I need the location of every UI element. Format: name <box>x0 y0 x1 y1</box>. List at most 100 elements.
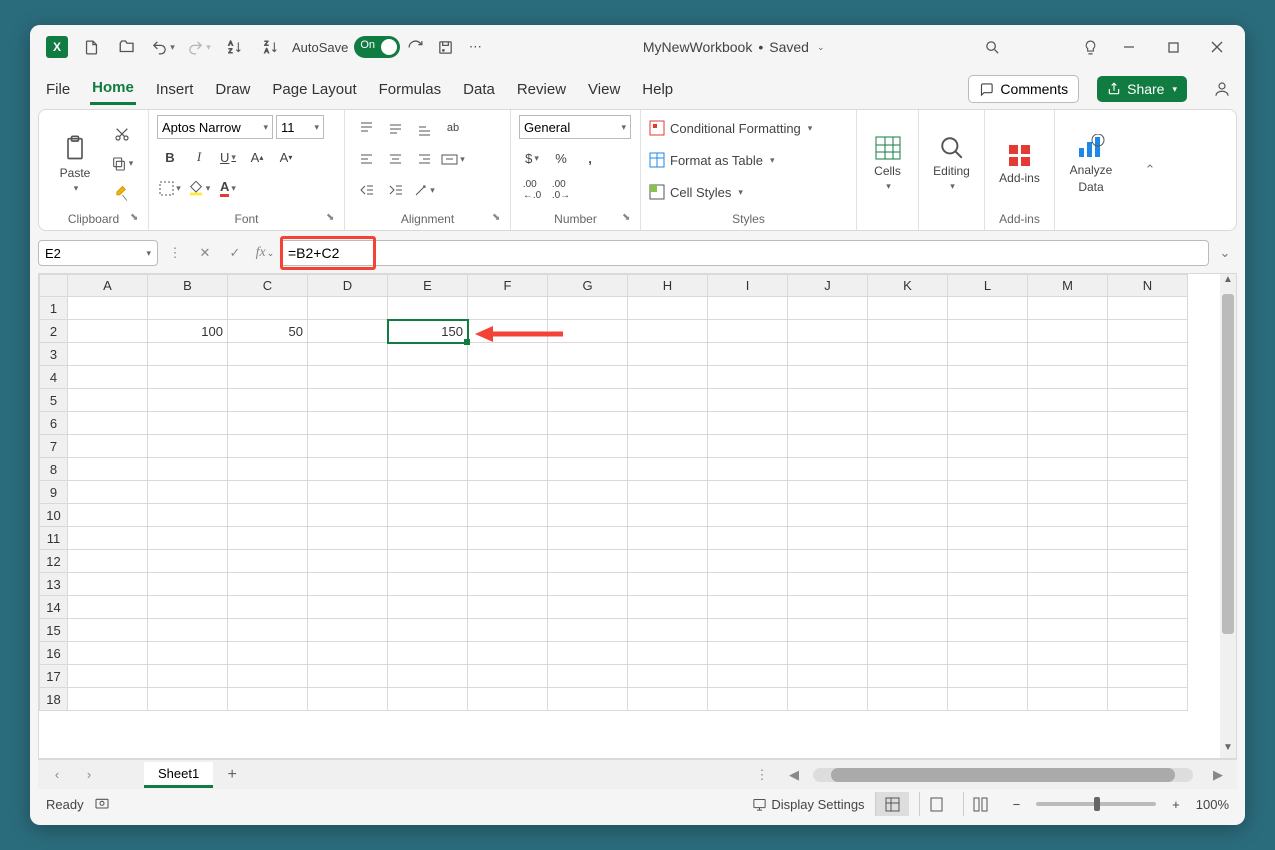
cell[interactable] <box>1108 458 1188 481</box>
autosave-toggle[interactable]: AutoSave On <box>292 36 400 58</box>
cell-styles-button[interactable]: Cell Styles▾ <box>649 179 743 205</box>
tab-home[interactable]: Home <box>90 73 136 105</box>
cell[interactable] <box>628 297 708 320</box>
row-header[interactable]: 4 <box>40 366 68 389</box>
cell[interactable] <box>708 573 788 596</box>
cell[interactable] <box>948 320 1028 343</box>
toggle-on-icon[interactable]: On <box>354 36 400 58</box>
wrap-text-icon[interactable]: ab <box>440 115 466 141</box>
cell[interactable] <box>228 619 308 642</box>
cell[interactable] <box>148 527 228 550</box>
cell[interactable] <box>68 297 148 320</box>
cell[interactable] <box>628 389 708 412</box>
cell[interactable] <box>468 481 548 504</box>
tab-view[interactable]: View <box>586 75 622 104</box>
cell[interactable] <box>548 573 628 596</box>
number-format-select[interactable]: General▾ <box>519 115 631 139</box>
cell[interactable] <box>948 596 1028 619</box>
display-settings-button[interactable]: Display Settings <box>752 797 864 812</box>
copy-icon[interactable]: ▾ <box>109 151 135 177</box>
cell[interactable] <box>948 481 1028 504</box>
cell[interactable] <box>628 688 708 711</box>
cell[interactable] <box>308 527 388 550</box>
cell[interactable] <box>468 297 548 320</box>
addins-button[interactable]: Add-ins <box>993 138 1046 189</box>
cell[interactable] <box>708 527 788 550</box>
cell[interactable] <box>948 297 1028 320</box>
align-left-icon[interactable] <box>353 146 379 172</box>
cell[interactable] <box>308 366 388 389</box>
cell[interactable] <box>548 389 628 412</box>
scroll-up-icon[interactable]: ▲ <box>1220 274 1236 290</box>
cell[interactable] <box>788 619 868 642</box>
row-header[interactable]: 6 <box>40 412 68 435</box>
conditional-formatting-button[interactable]: Conditional Formatting▾ <box>649 115 812 141</box>
cell[interactable] <box>548 458 628 481</box>
cell[interactable] <box>228 642 308 665</box>
cell[interactable] <box>468 320 548 343</box>
scroll-down-icon[interactable]: ▼ <box>1220 742 1236 758</box>
cell[interactable] <box>868 343 948 366</box>
cell[interactable] <box>788 481 868 504</box>
formula-input[interactable]: =B2+C2 <box>282 240 1209 266</box>
cell[interactable] <box>708 366 788 389</box>
increase-decimal-icon[interactable]: .00←.0 <box>519 177 545 203</box>
tab-insert[interactable]: Insert <box>154 75 196 104</box>
cell[interactable] <box>788 504 868 527</box>
sheet-tab-active[interactable]: Sheet1 <box>144 762 213 788</box>
cell[interactable] <box>868 389 948 412</box>
cell[interactable] <box>548 665 628 688</box>
cell[interactable] <box>788 688 868 711</box>
cell[interactable] <box>708 389 788 412</box>
row-header[interactable]: 8 <box>40 458 68 481</box>
cell[interactable] <box>1108 642 1188 665</box>
sheet-nav-next-icon[interactable]: › <box>76 767 102 782</box>
sort-asc-icon[interactable]: AZ <box>220 32 250 62</box>
row-header[interactable]: 2 <box>40 320 68 343</box>
cell[interactable] <box>708 550 788 573</box>
cell[interactable] <box>948 573 1028 596</box>
hscroll-right-icon[interactable]: ▶ <box>1205 767 1231 783</box>
cell[interactable] <box>228 481 308 504</box>
cell[interactable] <box>228 435 308 458</box>
row-header[interactable]: 15 <box>40 619 68 642</box>
row-header[interactable]: 12 <box>40 550 68 573</box>
cell[interactable] <box>1028 481 1108 504</box>
tab-file[interactable]: File <box>44 75 72 104</box>
undo-icon[interactable]: ▾ <box>148 32 178 62</box>
cell[interactable]: 150 <box>388 320 468 343</box>
cell[interactable] <box>228 366 308 389</box>
lightbulb-icon[interactable] <box>1075 32 1105 62</box>
cell[interactable] <box>548 688 628 711</box>
cell[interactable] <box>1028 504 1108 527</box>
cell[interactable] <box>308 619 388 642</box>
cell[interactable] <box>948 389 1028 412</box>
cell[interactable] <box>228 458 308 481</box>
cell[interactable] <box>148 435 228 458</box>
cell[interactable] <box>708 458 788 481</box>
column-header[interactable]: C <box>228 275 308 297</box>
tab-draw[interactable]: Draw <box>213 75 252 104</box>
merge-center-icon[interactable]: ▾ <box>440 146 466 172</box>
cell[interactable] <box>788 527 868 550</box>
zoom-slider[interactable] <box>1036 802 1156 806</box>
cell[interactable] <box>68 320 148 343</box>
page-break-view-icon[interactable] <box>963 792 997 816</box>
document-title[interactable]: MyNewWorkbook • Saved ⌄ <box>490 39 977 55</box>
cell[interactable] <box>708 619 788 642</box>
decrease-font-icon[interactable]: A▾ <box>273 144 299 170</box>
cell[interactable] <box>468 343 548 366</box>
cell[interactable] <box>548 527 628 550</box>
cell[interactable] <box>68 389 148 412</box>
cell[interactable] <box>468 688 548 711</box>
cell[interactable] <box>148 504 228 527</box>
cell[interactable] <box>148 619 228 642</box>
qat-customize-icon[interactable]: ⋯ <box>460 32 490 62</box>
cell[interactable] <box>388 596 468 619</box>
save-icon[interactable] <box>430 32 460 62</box>
cell[interactable] <box>468 435 548 458</box>
cell[interactable] <box>388 297 468 320</box>
cell[interactable] <box>1108 366 1188 389</box>
tab-page-layout[interactable]: Page Layout <box>270 75 358 104</box>
cell[interactable] <box>68 504 148 527</box>
